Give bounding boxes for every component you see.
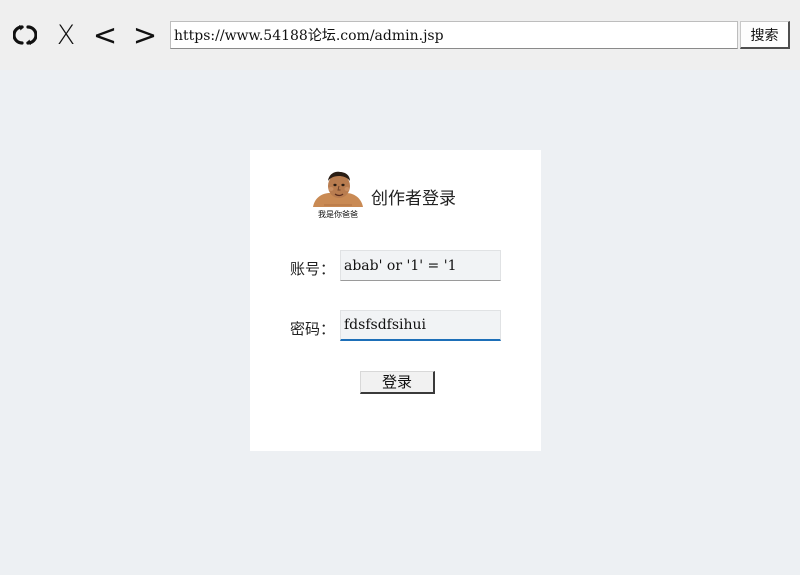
avatar-logo: 我是你爸爸: [313, 171, 363, 219]
search-button[interactable]: 搜索: [740, 21, 790, 49]
login-title: 创作者登录: [371, 189, 456, 209]
stop-button[interactable]: X: [50, 19, 82, 51]
password-label: 密码：: [290, 320, 336, 338]
password-input[interactable]: [340, 310, 501, 341]
account-label: 账号：: [290, 260, 336, 278]
stop-icon: X: [56, 19, 76, 51]
forward-icon: >: [132, 18, 158, 52]
browser-toolbar: X < > 搜索: [0, 0, 800, 70]
back-button[interactable]: <: [90, 18, 120, 52]
back-icon: <: [92, 18, 118, 52]
login-card: 我是你爸爸 创作者登录 账号： 密码： 登录: [250, 150, 541, 451]
refresh-icon: [13, 25, 37, 45]
logo-caption: 我是你爸爸: [318, 209, 358, 219]
refresh-button[interactable]: [10, 19, 40, 51]
forward-button[interactable]: >: [130, 18, 160, 52]
account-input[interactable]: [340, 250, 501, 281]
login-button[interactable]: 登录: [360, 371, 435, 394]
address-bar[interactable]: [170, 21, 738, 49]
